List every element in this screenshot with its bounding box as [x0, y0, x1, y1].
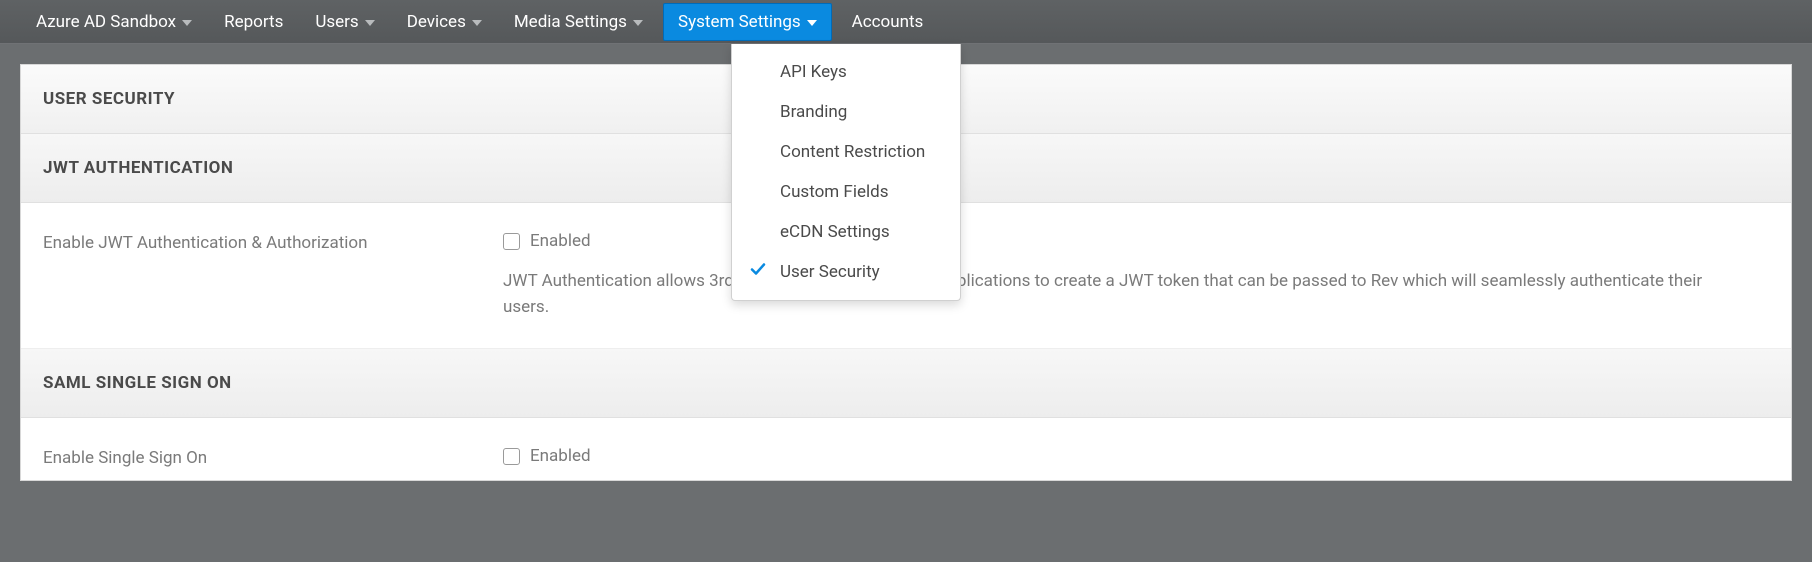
nav-label: Accounts	[852, 12, 924, 32]
dropdown-item-custom-fields[interactable]: Custom Fields	[732, 172, 960, 212]
saml-enable-control: Enabled	[503, 446, 1769, 470]
saml-enabled-checkbox-label: Enabled	[530, 446, 591, 466]
chevron-down-icon	[633, 20, 643, 26]
dropdown-item-user-security[interactable]: User Security	[732, 252, 960, 292]
nav-label: Devices	[407, 12, 466, 32]
check-icon	[750, 262, 766, 283]
nav-item-users[interactable]: Users	[299, 0, 390, 44]
nav-label: System Settings	[678, 12, 801, 32]
saml-enable-row: Enable Single Sign On Enabled	[21, 418, 1791, 480]
jwt-enabled-checkbox-line: Enabled	[503, 231, 1769, 251]
nav-label: Users	[315, 12, 358, 32]
dropdown-label: User Security	[780, 262, 880, 282]
jwt-enable-label: Enable JWT Authentication & Authorizatio…	[43, 231, 503, 338]
dropdown-label: Branding	[780, 102, 847, 122]
chevron-down-icon	[182, 20, 192, 26]
nav-label: Azure AD Sandbox	[36, 12, 176, 32]
jwt-enable-control: Enabled JWT Authentication allows 3rd pa…	[503, 231, 1769, 338]
saml-enabled-checkbox[interactable]	[503, 448, 520, 465]
dropdown-item-api-keys[interactable]: API Keys	[732, 52, 960, 92]
dropdown-label: API Keys	[780, 62, 847, 82]
nav-item-azure-ad-sandbox[interactable]: Azure AD Sandbox	[20, 0, 208, 44]
jwt-enabled-checkbox-label: Enabled	[530, 231, 591, 251]
dropdown-item-content-restriction[interactable]: Content Restriction	[732, 132, 960, 172]
nav-item-devices[interactable]: Devices	[391, 0, 498, 44]
nav-item-system-settings[interactable]: System Settings	[663, 3, 832, 41]
saml-enabled-checkbox-line: Enabled	[503, 446, 1769, 466]
dropdown-label: Content Restriction	[780, 142, 925, 162]
nav-item-reports[interactable]: Reports	[208, 0, 299, 44]
jwt-help-text: JWT Authentication allows 3rd party deve…	[503, 269, 1769, 338]
nav-label: Media Settings	[514, 12, 627, 32]
nav-item-accounts[interactable]: Accounts	[836, 0, 940, 44]
dropdown-label: eCDN Settings	[780, 222, 890, 242]
nav-item-media-settings[interactable]: Media Settings	[498, 0, 659, 44]
top-nav-bar: Azure AD Sandbox Reports Users Devices M…	[0, 0, 1812, 44]
jwt-enabled-checkbox[interactable]	[503, 233, 520, 250]
saml-section-header: SAML SINGLE SIGN ON	[21, 349, 1791, 418]
nav-label: Reports	[224, 12, 283, 32]
dropdown-label: Custom Fields	[780, 182, 888, 202]
chevron-down-icon	[807, 20, 817, 26]
chevron-down-icon	[365, 20, 375, 26]
saml-enable-label: Enable Single Sign On	[43, 446, 503, 470]
dropdown-item-ecdn-settings[interactable]: eCDN Settings	[732, 212, 960, 252]
dropdown-item-branding[interactable]: Branding	[732, 92, 960, 132]
chevron-down-icon	[472, 20, 482, 26]
system-settings-dropdown: API Keys Branding Content Restriction Cu…	[731, 44, 961, 301]
